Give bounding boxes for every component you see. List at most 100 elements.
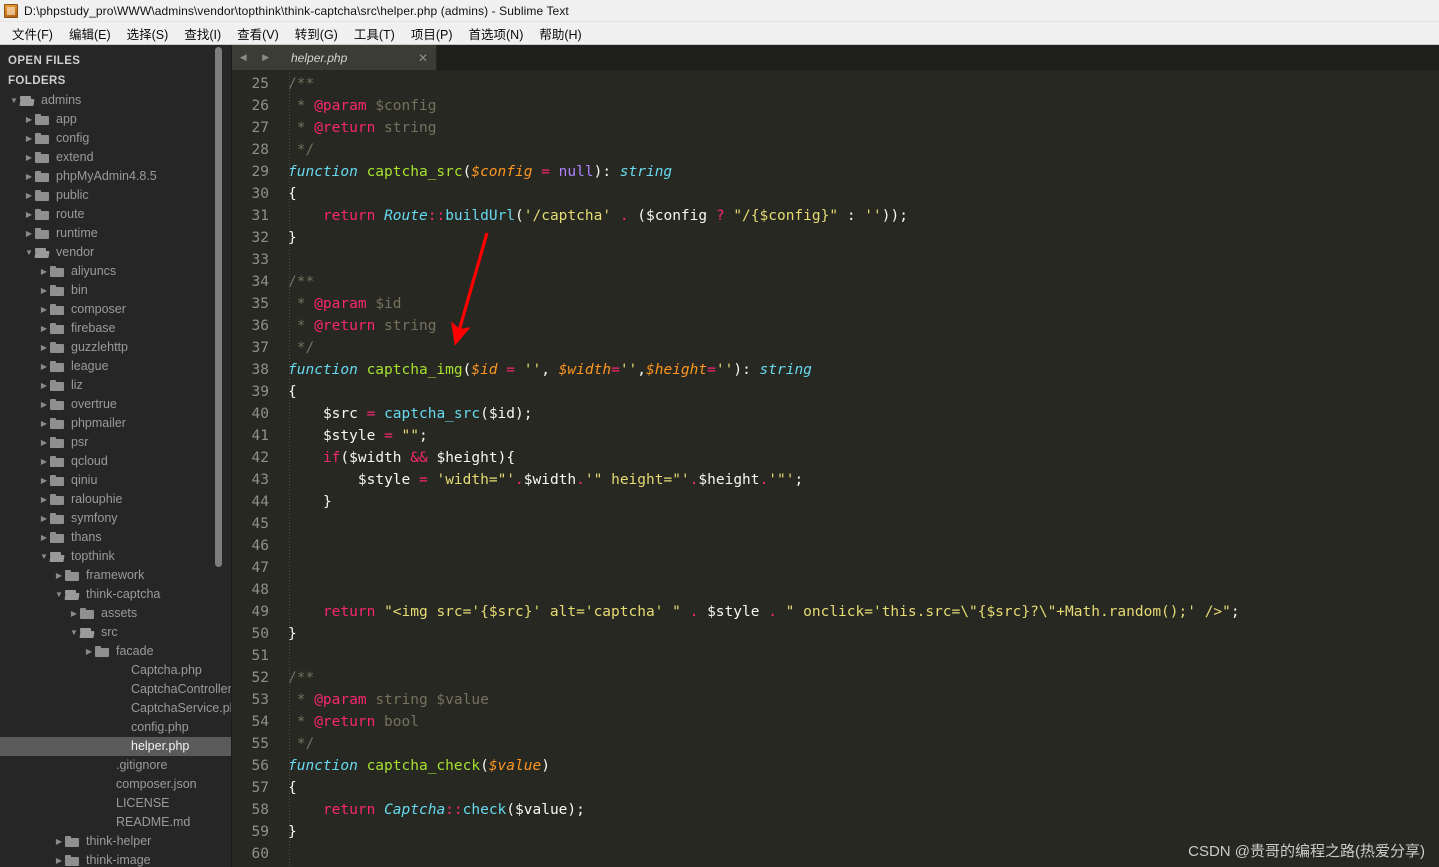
chevron-right-icon[interactable]: ▶ — [38, 509, 50, 528]
chevron-right-icon[interactable]: ▶ — [38, 319, 50, 338]
chevron-right-icon[interactable]: ▶ — [53, 832, 65, 851]
line-number: 57 — [251, 780, 269, 796]
chevron-right-icon[interactable]: ▶ — [38, 452, 50, 471]
chevron-down-icon[interactable]: ▼ — [68, 623, 80, 642]
chevron-right-icon[interactable]: ▶ — [38, 376, 50, 395]
tree-folder-row[interactable]: ▶ symfony — [0, 509, 231, 528]
chevron-right-icon[interactable]: ▶ — [23, 205, 35, 224]
tree-folder-row[interactable]: ▼ vendor — [0, 243, 231, 262]
tree-file-row[interactable]: ▶ LICENSE — [0, 794, 231, 813]
tree-folder-row[interactable]: ▶ framework — [0, 566, 231, 585]
tree-folder-row[interactable]: ▼ admins — [0, 91, 231, 110]
tree-folder-row[interactable]: ▶ extend — [0, 148, 231, 167]
chevron-right-icon[interactable]: ▶ — [38, 338, 50, 357]
tree-folder-row[interactable]: ▶ facade — [0, 642, 231, 661]
tree-folder-row[interactable]: ▶ public — [0, 186, 231, 205]
tree-folder-row[interactable]: ▶ phpMyAdmin4.8.5 — [0, 167, 231, 186]
tree-folder-row[interactable]: ▶ config — [0, 129, 231, 148]
menu-view[interactable]: 查看(V) — [229, 22, 287, 45]
tree-folder-row[interactable]: ▶ bin — [0, 281, 231, 300]
chevron-right-icon[interactable]: ▶ — [38, 414, 50, 433]
chevron-right-icon[interactable]: ▶ — [68, 604, 80, 623]
line-number: 30 — [251, 186, 269, 202]
tree-folder-row[interactable]: ▶ liz — [0, 376, 231, 395]
chevron-down-icon[interactable]: ▼ — [53, 585, 65, 604]
tree-file-row[interactable]: ▶ .gitignore — [0, 756, 231, 775]
tree-folder-row[interactable]: ▼ topthink — [0, 547, 231, 566]
sidebar-file-tree[interactable]: OPEN FILES FOLDERS ▼ admins ▶ app ▶ config ▶ ex… — [0, 45, 232, 867]
chevron-right-icon[interactable]: ▶ — [83, 642, 95, 661]
menu-tools[interactable]: 工具(T) — [346, 22, 403, 45]
tree-folder-row[interactable]: ▶ app — [0, 110, 231, 129]
chevron-right-icon[interactable]: ▶ — [23, 110, 35, 129]
menu-selection[interactable]: 选择(S) — [119, 22, 177, 45]
chevron-right-icon[interactable]: ▶ — [38, 471, 50, 490]
menu-help[interactable]: 帮助(H) — [531, 22, 589, 45]
tree-item-label: framework — [86, 568, 145, 582]
line-number: 26 — [251, 98, 269, 114]
tree-folder-row[interactable]: ▶ assets — [0, 604, 231, 623]
tree-folder-row[interactable]: ▶ ralouphie — [0, 490, 231, 509]
tab-helper-php[interactable]: helper.php ✕ — [277, 45, 437, 70]
tree-folder-row[interactable]: ▶ overtrue — [0, 395, 231, 414]
menu-goto[interactable]: 转到(G) — [287, 22, 346, 45]
tree-folder-row[interactable]: ▶ thans — [0, 528, 231, 547]
chevron-right-icon[interactable]: ▶ — [38, 300, 50, 319]
tree-folder-row[interactable]: ▶ phpmailer — [0, 414, 231, 433]
menu-project[interactable]: 项目(P) — [403, 22, 461, 45]
line-number: 54 — [251, 714, 269, 730]
chevron-right-icon[interactable]: ▶ — [23, 167, 35, 186]
tree-file-row[interactable]: ▶ config.php — [0, 718, 231, 737]
tree-folder-row[interactable]: ▶ qiniu — [0, 471, 231, 490]
tree-folder-row[interactable]: ▶ runtime — [0, 224, 231, 243]
tree-folder-row[interactable]: ▼ think-captcha — [0, 585, 231, 604]
menu-preferences[interactable]: 首选项(N) — [461, 22, 532, 45]
code-editor[interactable]: 25 26 27 28 29 30 31 32 33 34 35 36 37 38 39 40 41 42 43 44… — [232, 70, 1439, 867]
menu-find[interactable]: 查找(I) — [176, 22, 229, 45]
chevron-right-icon[interactable]: ▶ — [38, 357, 50, 376]
tree-item-label: topthink — [71, 549, 115, 563]
menu-edit[interactable]: 编辑(E) — [61, 22, 119, 45]
tree-file-row[interactable]: ▶ README.md — [0, 813, 231, 832]
tree-folder-row[interactable]: ▶ route — [0, 205, 231, 224]
chevron-right-icon[interactable]: ▶ — [38, 433, 50, 452]
tree-file-row[interactable]: ▶ helper.php — [0, 737, 231, 756]
chevron-down-icon[interactable]: ▼ — [23, 243, 35, 262]
chevron-right-icon[interactable]: ▶ — [53, 566, 65, 585]
code-content[interactable]: /** * @param $config * @return string */… — [278, 73, 1439, 867]
chevron-right-icon[interactable]: ▶ — [53, 851, 65, 867]
tree-file-row[interactable]: ▶ Captcha.php — [0, 661, 231, 680]
chevron-right-icon[interactable]: ▶ — [23, 186, 35, 205]
chevron-right-icon[interactable]: ▶ — [38, 395, 50, 414]
tree-file-row[interactable]: ▶ composer.json — [0, 775, 231, 794]
tree-folder-row[interactable]: ▶ guzzlehttp — [0, 338, 231, 357]
tree-folder-row[interactable]: ▶ composer — [0, 300, 231, 319]
tree-folder-row[interactable]: ▶ think-image — [0, 851, 231, 867]
tree-folder-row[interactable]: ▶ think-helper — [0, 832, 231, 851]
chevron-right-icon[interactable]: ▶ — [23, 129, 35, 148]
tab-prev-icon[interactable]: ◀ — [240, 52, 247, 63]
tree-folder-row[interactable]: ▶ league — [0, 357, 231, 376]
chevron-right-icon[interactable]: ▶ — [38, 262, 50, 281]
tree-folder-row[interactable]: ▶ firebase — [0, 319, 231, 338]
chevron-right-icon[interactable]: ▶ — [38, 281, 50, 300]
tree-spacer: ▶ — [98, 680, 110, 699]
tree-folder-row[interactable]: ▶ qcloud — [0, 452, 231, 471]
chevron-right-icon[interactable]: ▶ — [23, 224, 35, 243]
folder-tree[interactable]: ▼ admins ▶ app ▶ config ▶ extend ▶ phpMyAdmin4.8.… — [0, 91, 231, 867]
tree-file-row[interactable]: ▶ CaptchaController.p — [0, 680, 231, 699]
tree-folder-row[interactable]: ▼ src — [0, 623, 231, 642]
menu-file[interactable]: 文件(F) — [4, 22, 61, 45]
tree-folder-row[interactable]: ▶ aliyuncs — [0, 262, 231, 281]
tab-next-icon[interactable]: ▶ — [262, 52, 269, 63]
line-number: 33 — [251, 252, 269, 268]
tree-folder-row[interactable]: ▶ psr — [0, 433, 231, 452]
chevron-down-icon[interactable]: ▼ — [38, 547, 50, 566]
chevron-right-icon[interactable]: ▶ — [23, 148, 35, 167]
chevron-right-icon[interactable]: ▶ — [38, 490, 50, 509]
close-icon[interactable]: ✕ — [418, 51, 428, 65]
sidebar-scrollbar[interactable] — [215, 47, 222, 567]
chevron-right-icon[interactable]: ▶ — [38, 528, 50, 547]
chevron-down-icon[interactable]: ▼ — [8, 91, 20, 110]
tree-file-row[interactable]: ▶ CaptchaService.php — [0, 699, 231, 718]
